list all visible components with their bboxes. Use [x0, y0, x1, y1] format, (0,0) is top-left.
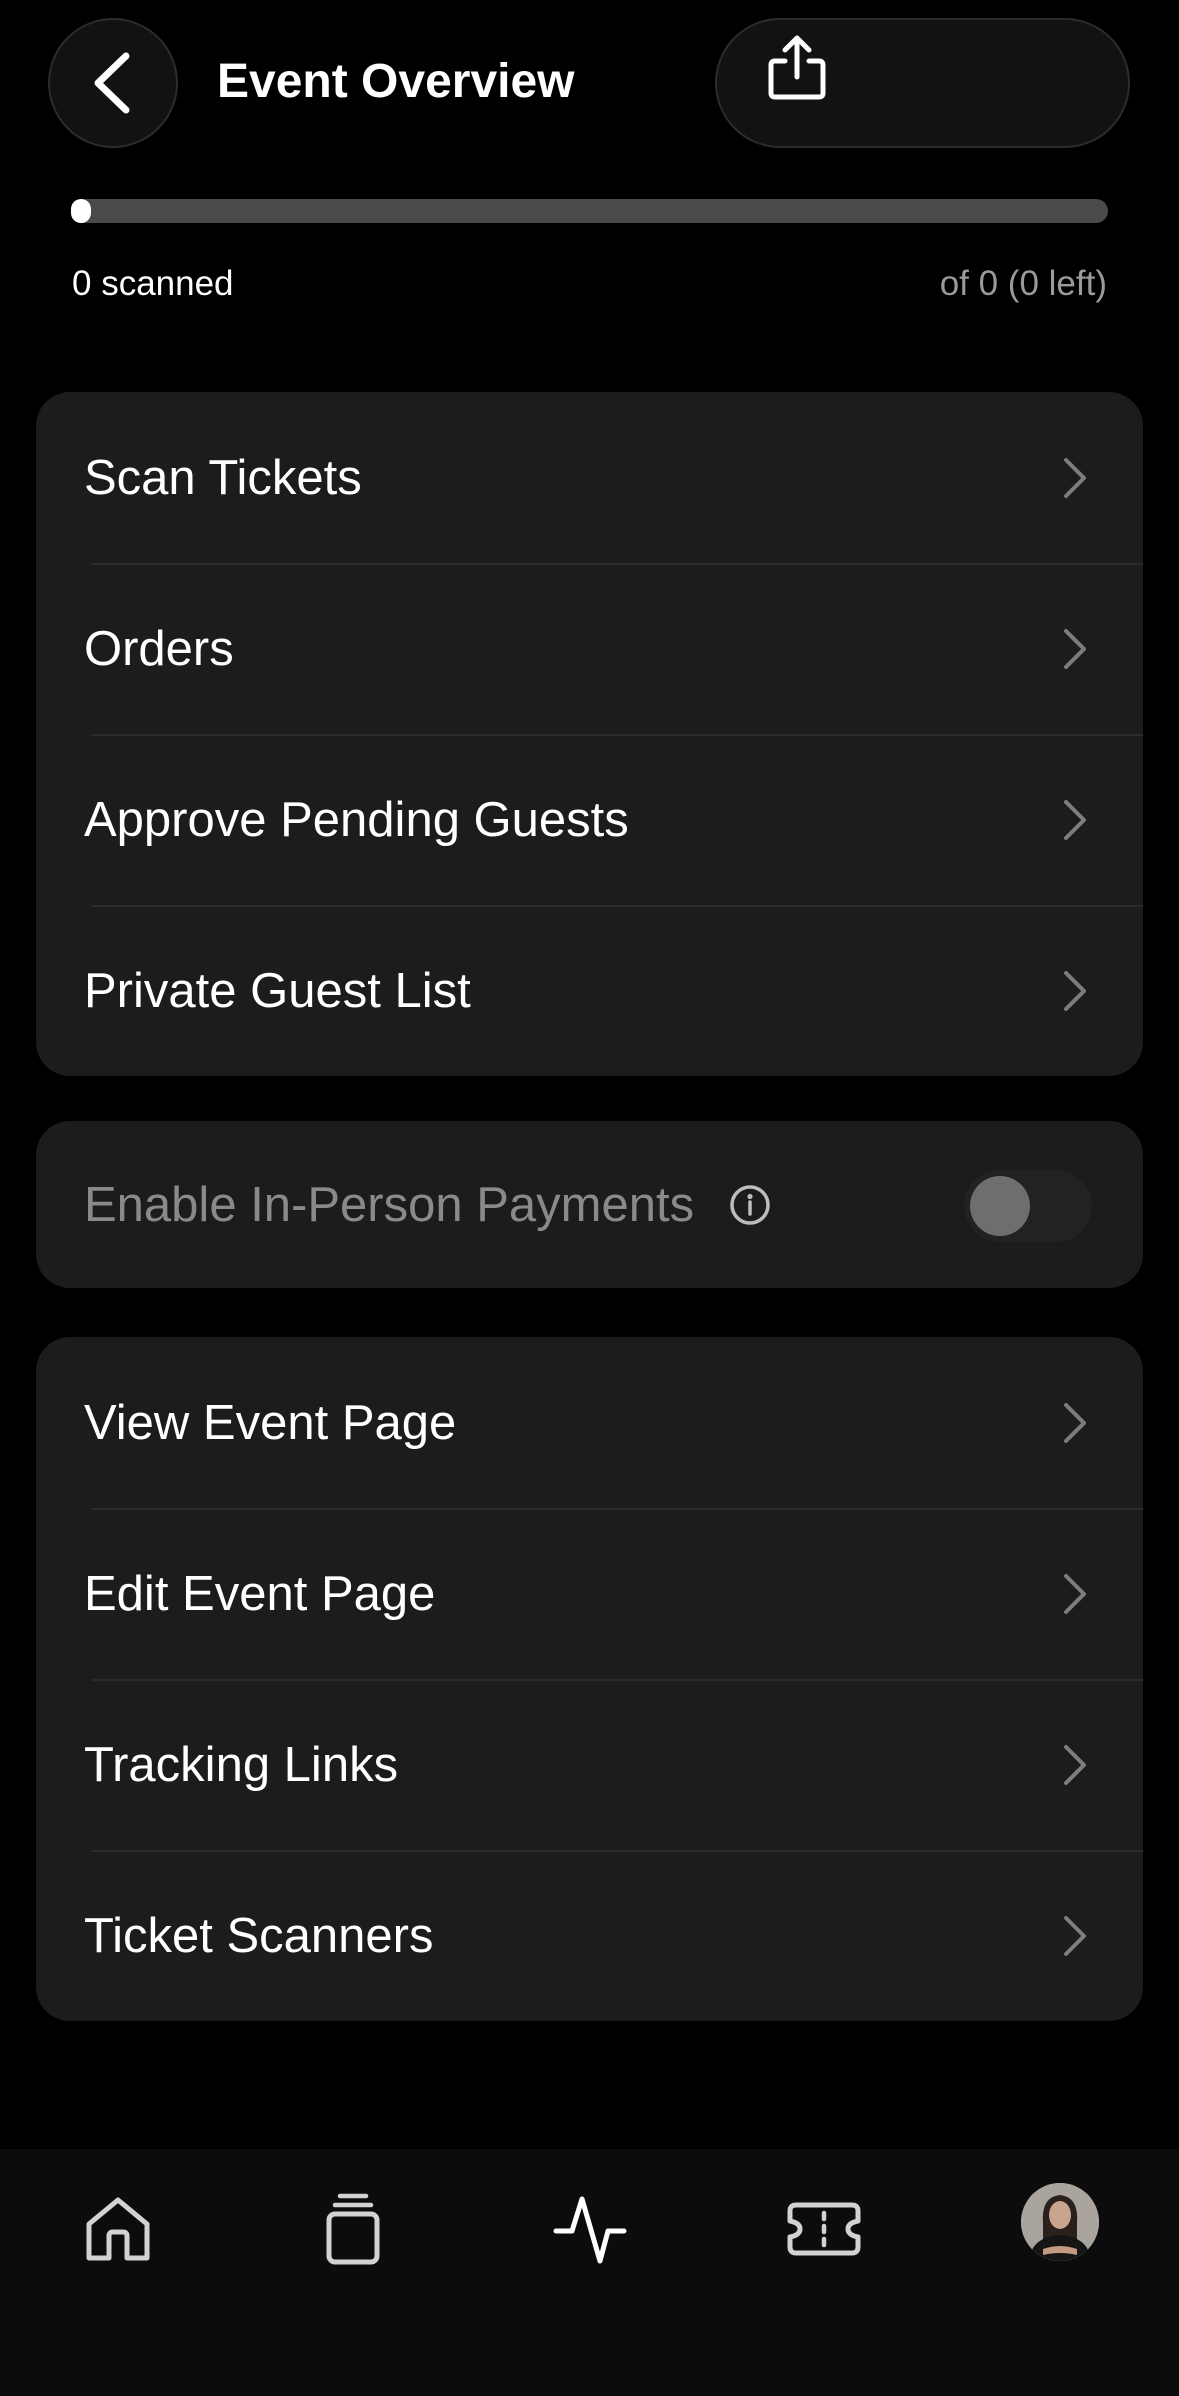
chevron-right-icon — [1055, 619, 1095, 679]
chevron-right-icon — [1055, 1564, 1095, 1624]
avatar[interactable] — [1021, 2183, 1099, 2261]
chevron-right-icon — [1055, 790, 1095, 850]
menu-item-label: Orders — [84, 621, 234, 676]
back-button[interactable] — [48, 18, 178, 148]
page-title: Event Overview — [217, 55, 575, 108]
menu-item-label: Scan Tickets — [84, 450, 362, 505]
chevron-right-icon — [1055, 1906, 1095, 1966]
stack-icon — [326, 2193, 380, 2265]
profile-photo — [1021, 2183, 1099, 2261]
menu-item-view-event-page[interactable]: View Event Page — [36, 1337, 1143, 1508]
chevron-right-icon — [1055, 1735, 1095, 1795]
toggle-knob — [970, 1176, 1030, 1236]
chevron-right-icon — [1055, 961, 1095, 1021]
menu-item-scan-tickets[interactable]: Scan Tickets — [36, 392, 1143, 563]
scan-progress-bar — [71, 199, 1108, 223]
scanned-count: 0 scanned — [72, 264, 234, 303]
in-person-payments-card: Enable In-Person Payments — [36, 1121, 1143, 1288]
share-button[interactable] — [715, 18, 1130, 148]
menu-item-label: Edit Event Page — [84, 1566, 436, 1621]
event-page-card: View Event Page Edit Event Page Tracking… — [36, 1337, 1143, 2021]
event-actions-card: Scan Tickets Orders Approve Pending Gues… — [36, 392, 1143, 1076]
chevron-right-icon — [1055, 1393, 1095, 1453]
menu-item-orders[interactable]: Orders — [36, 563, 1143, 734]
nav-activity[interactable] — [545, 2184, 635, 2274]
share-icon — [757, 28, 837, 108]
menu-item-label: Tracking Links — [84, 1737, 399, 1792]
menu-item-label: Ticket Scanners — [84, 1908, 434, 1963]
nav-events[interactable] — [308, 2184, 398, 2274]
remaining-count: of 0 (0 left) — [939, 264, 1107, 303]
nav-home[interactable] — [73, 2184, 163, 2274]
nav-tickets[interactable] — [779, 2184, 869, 2274]
menu-item-label: View Event Page — [84, 1395, 457, 1450]
chevron-right-icon — [1055, 448, 1095, 508]
bottom-nav — [0, 2149, 1179, 2396]
menu-item-private-guest-list[interactable]: Private Guest List — [36, 905, 1143, 1076]
menu-item-approve-pending-guests[interactable]: Approve Pending Guests — [36, 734, 1143, 905]
info-icon[interactable] — [728, 1183, 772, 1227]
chevron-left-icon — [94, 52, 130, 114]
in-person-payments-label: Enable In-Person Payments — [84, 1178, 695, 1232]
menu-item-label: Approve Pending Guests — [84, 792, 629, 847]
activity-icon — [553, 2196, 627, 2264]
header: Event Overview — [0, 0, 1179, 170]
menu-item-tracking-links[interactable]: Tracking Links — [36, 1679, 1143, 1850]
in-person-payments-toggle[interactable] — [964, 1170, 1092, 1242]
ticket-icon — [787, 2202, 861, 2256]
scan-progress-fill — [71, 199, 91, 223]
menu-item-label: Private Guest List — [84, 963, 471, 1018]
menu-item-ticket-scanners[interactable]: Ticket Scanners — [36, 1850, 1143, 2021]
home-icon — [86, 2197, 150, 2261]
menu-item-edit-event-page[interactable]: Edit Event Page — [36, 1508, 1143, 1679]
